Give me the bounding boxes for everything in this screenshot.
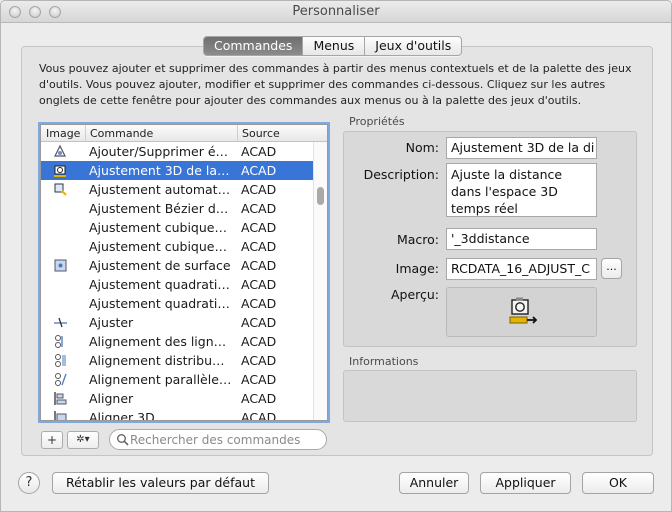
macro-label: Macro:: [396, 232, 439, 247]
row-command: Ajuster: [89, 315, 134, 330]
row-source: ACAD: [241, 372, 277, 387]
row-source: ACAD: [241, 258, 277, 273]
informations-section-label: Informations: [349, 355, 419, 368]
search-icon: [116, 433, 130, 447]
row-source: ACAD: [241, 201, 277, 216]
customize-window: Personnaliser Commandes Menus Jeux d'out…: [0, 0, 672, 512]
tab-commandes[interactable]: Commandes: [204, 37, 304, 55]
add-remove-icon: [53, 144, 68, 159]
ok-button[interactable]: OK: [582, 472, 654, 494]
align-icon: [53, 391, 68, 406]
align-lines-icon: [53, 334, 68, 349]
search-placeholder: Rechercher des commandes: [130, 433, 301, 447]
row-command: Ajustement 3D de la…: [89, 163, 230, 178]
description-label: Description:: [363, 167, 439, 182]
list-rows: Ajouter/Supprimer é… ACAD Ajustement 3D …: [41, 142, 313, 421]
macro-field[interactable]: '_3ddistance: [446, 228, 597, 250]
browse-image-button[interactable]: ...: [601, 258, 622, 279]
tab-bar: Commandes Menus Jeux d'outils: [203, 36, 463, 56]
list-row[interactable]: Ajouter/Supprimer é… ACAD: [41, 142, 313, 161]
row-source: ACAD: [241, 334, 277, 349]
list-row[interactable]: Ajustement cubique… ACAD: [41, 218, 313, 237]
description-line: Ajuste la distance: [451, 167, 563, 182]
align-parallel-icon: [53, 372, 68, 387]
window-title: Personnaliser: [292, 4, 380, 19]
list-row[interactable]: Ajuster ACAD: [41, 313, 313, 332]
list-row-selected[interactable]: Ajustement 3D de la… ACAD: [41, 161, 313, 180]
tab-menus[interactable]: Menus: [303, 37, 366, 55]
row-source: ACAD: [241, 220, 277, 235]
row-command: Aligner: [89, 391, 134, 406]
row-command: Alignement distribu…: [89, 353, 225, 368]
instructions-text: Vous pouvez ajouter et supprimer des com…: [39, 62, 632, 107]
list-row[interactable]: Ajustement de surface ACAD: [41, 256, 313, 275]
list-row[interactable]: Ajustement Bézier d… ACAD: [41, 199, 313, 218]
list-row[interactable]: Ajustement automat… ACAD: [41, 180, 313, 199]
row-command: Ajustement Bézier d…: [89, 201, 229, 216]
surface-icon: [53, 258, 68, 273]
row-source: ACAD: [241, 391, 277, 406]
list-row[interactable]: Aligner 3D ACAD: [41, 408, 313, 421]
row-source: ACAD: [241, 296, 277, 311]
row-source: ACAD: [241, 277, 277, 292]
reset-defaults-button[interactable]: Rétablir les valeurs par défaut: [52, 472, 269, 494]
row-command: Ajustement quadrati…: [89, 296, 230, 311]
description-line: dans l'espace 3D: [451, 184, 558, 199]
properties-section-label: Propriétés: [349, 115, 405, 128]
trim-icon: [53, 315, 68, 330]
list-row[interactable]: Alignement distribu… ACAD: [41, 351, 313, 370]
column-header-command[interactable]: Commande: [85, 127, 153, 140]
align-distribute-icon: [53, 353, 68, 368]
image-field[interactable]: RCDATA_16_ADJUST_C: [446, 258, 597, 280]
row-command: Alignement des lign…: [89, 334, 227, 349]
apply-button[interactable]: Appliquer: [480, 472, 571, 494]
list-scrollbar[interactable]: [313, 142, 327, 420]
preview-label: Aperçu:: [390, 287, 439, 302]
list-row[interactable]: Ajustement cubique… ACAD: [41, 237, 313, 256]
gear-menu-button[interactable]: ✲▾: [67, 431, 99, 449]
description-line: temps réel: [451, 201, 518, 216]
camera-adjust-icon: [53, 163, 68, 178]
search-input[interactable]: Rechercher des commandes: [109, 429, 327, 450]
row-source: ACAD: [241, 144, 277, 159]
description-field[interactable]: Ajuste la distance dans l'espace 3D temp…: [446, 163, 597, 217]
row-command: Ajouter/Supprimer é…: [89, 144, 229, 159]
row-command: Ajustement cubique…: [89, 239, 227, 254]
row-source: ACAD: [241, 315, 277, 330]
preview-box: [446, 287, 597, 337]
list-row[interactable]: Alignement des lign… ACAD: [41, 332, 313, 351]
name-field[interactable]: Ajustement 3D de la di: [446, 137, 597, 159]
commands-list[interactable]: Image Commande Source Ajouter/Supprimer …: [40, 124, 328, 421]
help-button[interactable]: ?: [18, 472, 40, 494]
row-source: ACAD: [241, 163, 277, 178]
auto-adjust-icon: [53, 182, 68, 197]
list-row[interactable]: Aligner ACAD: [41, 389, 313, 408]
scroll-thumb[interactable]: [317, 187, 324, 205]
row-command: Aligner 3D: [89, 410, 155, 421]
tab-jeux-outils[interactable]: Jeux d'outils: [365, 37, 461, 55]
row-command: Ajustement quadrati…: [89, 277, 230, 292]
camera-adjust-icon: [507, 296, 539, 331]
row-source: ACAD: [241, 239, 277, 254]
row-command: Alignement parallèle…: [89, 372, 232, 387]
row-source: ACAD: [241, 410, 277, 421]
row-source: ACAD: [241, 353, 277, 368]
informations-panel: [343, 370, 637, 422]
title-bar: Personnaliser: [1, 1, 671, 23]
list-row[interactable]: Ajustement quadrati… ACAD: [41, 294, 313, 313]
row-command: Ajustement automat…: [89, 182, 231, 197]
list-row[interactable]: Alignement parallèle… ACAD: [41, 370, 313, 389]
row-command: Ajustement cubique…: [89, 220, 227, 235]
align-3d-icon: [53, 410, 68, 420]
list-row[interactable]: Ajustement quadrati… ACAD: [41, 275, 313, 294]
name-label: Nom:: [405, 140, 439, 155]
row-command: Ajustement de surface: [89, 258, 231, 273]
list-header: Image Commande Source: [41, 125, 327, 142]
cancel-button[interactable]: Annuler: [399, 472, 469, 494]
column-header-image[interactable]: Image: [41, 127, 80, 140]
row-source: ACAD: [241, 182, 277, 197]
column-header-source[interactable]: Source: [237, 127, 280, 140]
image-label: Image:: [395, 261, 439, 276]
add-command-button[interactable]: +: [41, 431, 63, 449]
